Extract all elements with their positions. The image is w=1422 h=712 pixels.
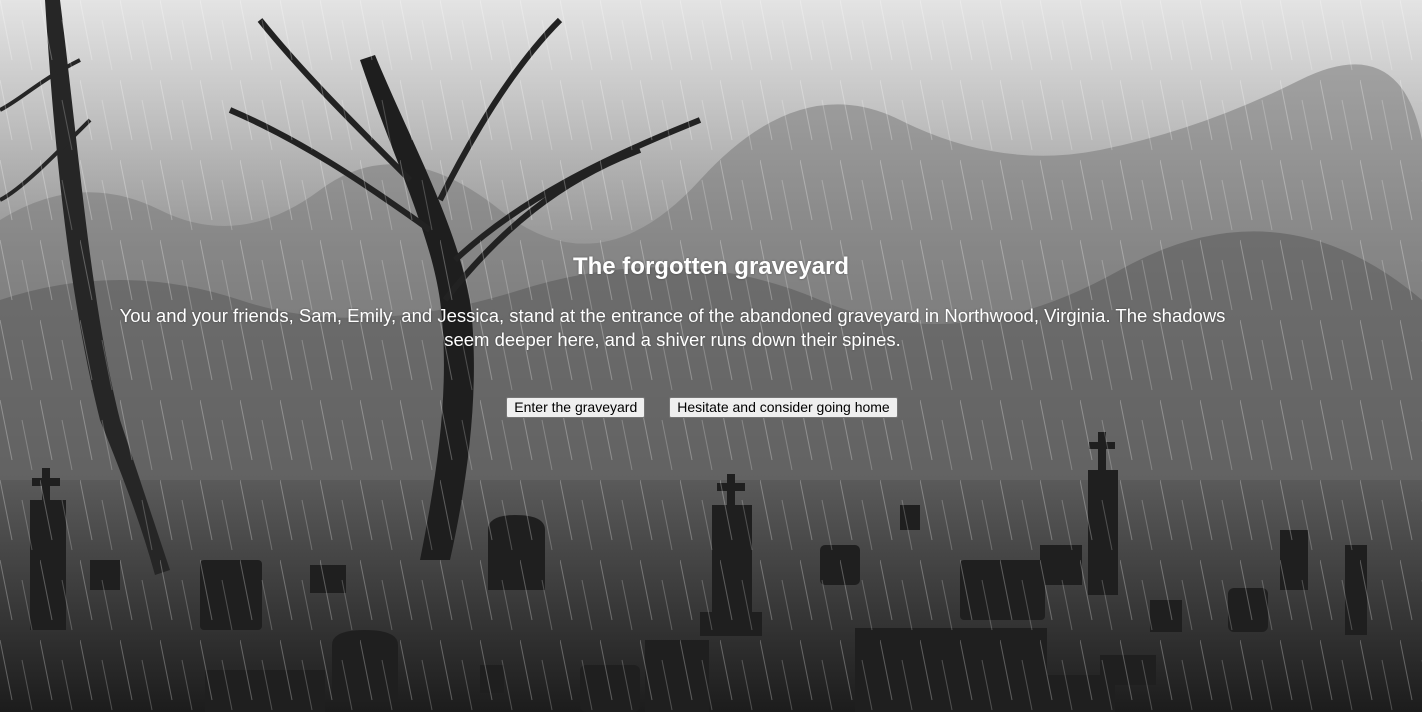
choice-buttons: Enter the graveyard Hesitate and conside… [0, 397, 1422, 418]
go-home-button[interactable]: Hesitate and consider going home [669, 397, 898, 418]
scene-panel: The forgotten graveyard You and your fri… [0, 0, 1422, 712]
enter-graveyard-button[interactable]: Enter the graveyard [506, 397, 646, 418]
scene-description: You and your friends, Sam, Emily, and Je… [119, 305, 1226, 350]
scene-title: The forgotten graveyard [572, 253, 850, 280]
